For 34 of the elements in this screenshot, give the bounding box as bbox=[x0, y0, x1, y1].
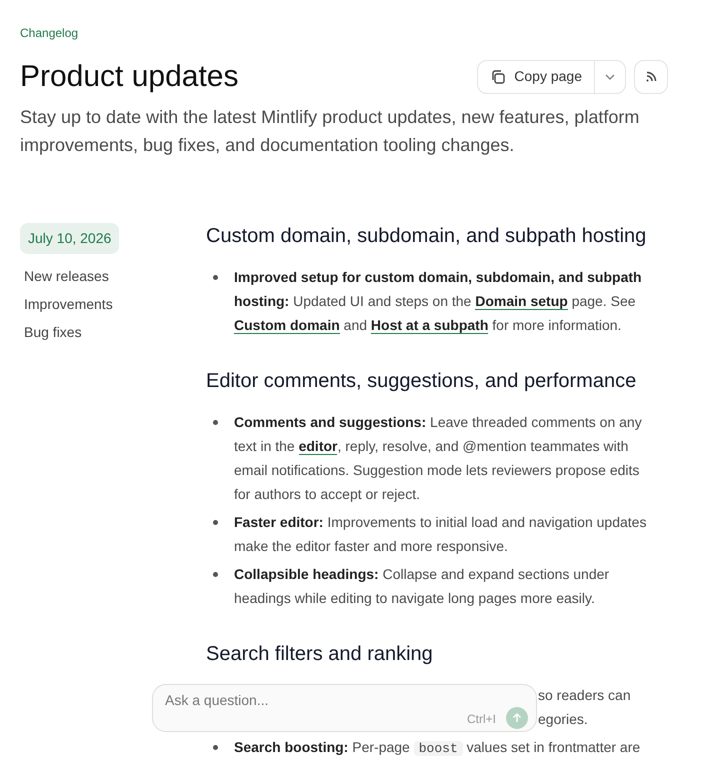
tag-link[interactable]: Bug fixes bbox=[24, 322, 206, 342]
question-field[interactable]: Ask a question... bbox=[165, 690, 465, 710]
copy-icon bbox=[490, 68, 506, 84]
list-text: egories. bbox=[538, 710, 589, 729]
list-item-text: Faster editor: Improvements to initial load and navigation updates make the editor faster and more responsive. bbox=[234, 513, 648, 556]
tag-link[interactable]: Improvements bbox=[24, 294, 206, 314]
section-heading: Search filters and ranking bbox=[206, 642, 434, 667]
list-item-text: Improved setup for custom domain, subdomain, and subpath hosting: Updated UI and steps on the Domain setup page. See Custom domain and Host at a subpath for more information. bbox=[234, 268, 643, 336]
list-text: so readers can bbox=[538, 686, 632, 705]
date-badge: July 10, 2026 bbox=[20, 223, 120, 254]
bullet-icon bbox=[213, 520, 218, 525]
tag-link[interactable]: New releases bbox=[24, 266, 206, 286]
list-item-text: Collapsible headings: Collapse and expand sections under headings while editing to navigate long pages more easily. bbox=[234, 565, 610, 608]
bullet-icon bbox=[213, 745, 218, 750]
shortcut-hint: Ctrl+I bbox=[466, 711, 496, 727]
inline-link[interactable]: Domain setup bbox=[475, 293, 568, 310]
page-description: Stay up to date with the latest Mintlify product updates, new features, platform improvements, bug fixes, and documentation tooling changes. bbox=[20, 106, 640, 157]
bullet-icon bbox=[213, 275, 218, 280]
page-title: Product updates bbox=[20, 59, 238, 95]
list-item-text: Search boosting: Per-page boost values set in frontmatter are bbox=[234, 738, 640, 758]
inline-link[interactable]: Host at a subpath bbox=[370, 317, 488, 334]
inline-link[interactable]: editor bbox=[298, 438, 338, 455]
inline-link[interactable]: Custom domain bbox=[234, 317, 340, 334]
bullet-icon bbox=[213, 572, 218, 577]
send-button[interactable] bbox=[506, 707, 528, 729]
section-heading: Editor comments, suggestions, and performance bbox=[206, 369, 638, 394]
section-heading: Custom domain, subdomain, and subpath hosting bbox=[206, 224, 648, 249]
inline-code: boost bbox=[414, 741, 463, 756]
list-item-text: Comments and suggestions: Leave threaded comments on any text in the editor, reply, resolve, and @mention teammates with email notifications. Suggestion mode lets reviewers propose edits for authors to accept or reject. bbox=[234, 413, 643, 504]
rss-button[interactable] bbox=[634, 60, 668, 94]
rss-icon bbox=[644, 70, 658, 84]
breadcrumb: Changelog bbox=[20, 25, 80, 42]
bullet-icon bbox=[213, 420, 218, 425]
arrow-up-icon bbox=[511, 712, 523, 724]
